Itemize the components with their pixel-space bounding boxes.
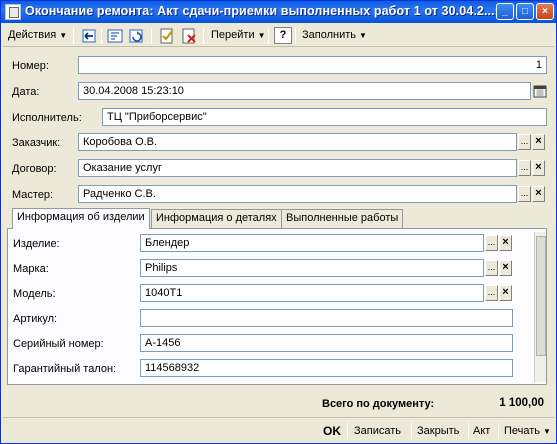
serial-field[interactable]: A-1456 [140, 334, 513, 352]
warranty-field[interactable]: 114568932 [140, 359, 513, 377]
contract-field[interactable]: Оказание услуг [78, 159, 517, 177]
item-clear-button[interactable]: × [499, 235, 512, 251]
brand-field[interactable]: Philips [140, 259, 484, 277]
contract-label: Договор: [12, 163, 57, 175]
customer-clear-button[interactable]: × [532, 134, 545, 150]
document-window: Окончание ремонта: Акт сдачи-приемки вып… [0, 0, 557, 444]
goto-menu-label: Перейти [211, 29, 255, 41]
executor-field[interactable]: ТЦ "Приборсервис" [102, 108, 547, 126]
date-field[interactable]: 30.04.2008 15:23:10 [78, 82, 531, 100]
toolbar-separator [151, 28, 152, 44]
tab-panel-scrollbar[interactable] [534, 232, 546, 382]
act-button[interactable]: Акт [473, 422, 490, 440]
fill-menu-label: Заполнить [302, 29, 357, 41]
model-field[interactable]: 1040T1 [140, 284, 484, 302]
toolbar-separator [347, 423, 348, 439]
article-field[interactable] [140, 309, 513, 327]
ok-button[interactable]: OK [323, 422, 341, 440]
item-select-button[interactable]: ... [485, 235, 498, 251]
model-label: Модель: [13, 288, 56, 300]
toolbar-separator [268, 28, 269, 44]
contract-select-button[interactable]: ... [518, 160, 531, 176]
move-back-icon[interactable] [80, 27, 98, 45]
bottom-button-bar: OK Записать Закрыть Акт Печать ▼ [3, 417, 554, 441]
save-button[interactable]: Записать [354, 422, 401, 440]
master-label: Мастер: [12, 189, 54, 201]
fill-menu[interactable]: Заполнить ▼ [299, 26, 370, 45]
customer-label: Заказчик: [12, 137, 61, 149]
tab-product-info[interactable]: Информация об изделии [12, 208, 150, 229]
toolbar-separator [295, 28, 296, 44]
print-menu-label: Печать [504, 425, 541, 437]
actions-menu[interactable]: Действия ▼ [5, 26, 70, 45]
toolbar-separator [498, 423, 499, 439]
customer-select-button[interactable]: ... [518, 134, 531, 150]
total-label: Всего по документу: [322, 398, 435, 410]
article-label: Артикул: [13, 313, 58, 325]
model-clear-button[interactable]: × [499, 285, 512, 301]
close-window-button[interactable]: × [536, 3, 554, 20]
serial-label: Серийный номер: [13, 338, 104, 350]
contract-clear-button[interactable]: × [532, 160, 545, 176]
item-label: Изделие: [13, 238, 60, 250]
number-field[interactable]: 1 [78, 56, 547, 74]
master-field[interactable]: Радченко С.В. [78, 185, 517, 203]
total-value: 1 100,00 [499, 397, 544, 409]
window-title: Окончание ремонта: Акт сдачи-приемки вып… [25, 4, 514, 18]
scrollbar-thumb[interactable] [536, 236, 546, 356]
print-menu[interactable]: Печать ▼ [504, 422, 551, 440]
master-clear-button[interactable]: × [532, 186, 545, 202]
goto-menu[interactable]: Перейти ▼ [208, 26, 269, 45]
maximize-button[interactable]: □ [516, 3, 534, 20]
chevron-down-icon: ▼ [359, 31, 367, 40]
model-select-button[interactable]: ... [485, 285, 498, 301]
title-bar[interactable]: Окончание ремонта: Акт сдачи-приемки вып… [1, 1, 556, 23]
post-document-icon[interactable] [158, 27, 176, 45]
brand-label: Марка: [13, 263, 49, 275]
help-button[interactable]: ? [274, 27, 292, 44]
structure-icon[interactable] [106, 27, 124, 45]
tab-parts-info[interactable]: Информация о деталях [151, 209, 282, 228]
brand-clear-button[interactable]: × [499, 260, 512, 276]
actions-menu-label: Действия [8, 29, 57, 41]
calendar-icon[interactable] [533, 84, 547, 98]
master-select-button[interactable]: ... [518, 186, 531, 202]
chevron-down-icon: ▼ [543, 427, 551, 436]
number-label: Номер: [12, 60, 49, 72]
warranty-label: Гарантийный талон: [13, 363, 117, 375]
unpost-document-icon[interactable] [180, 27, 198, 45]
minimize-button[interactable]: _ [496, 3, 514, 20]
item-field[interactable]: Блендер [140, 234, 484, 252]
customer-field[interactable]: Коробова О.В. [78, 133, 517, 151]
chevron-down-icon: ▼ [59, 31, 68, 40]
close-button[interactable]: Закрыть [417, 422, 459, 440]
refresh-icon[interactable] [128, 27, 146, 45]
toolbar-separator [411, 423, 412, 439]
date-label: Дата: [12, 86, 40, 98]
toolbar-separator [468, 423, 469, 439]
chevron-down-icon: ▼ [257, 31, 266, 40]
executor-label: Исполнитель: [12, 112, 82, 124]
tab-completed-works[interactable]: Выполненные работы [281, 209, 404, 228]
toolbar: Действия ▼ Перейти ▼ ? Заполнить ▼ [3, 25, 554, 47]
toolbar-separator [73, 28, 74, 44]
brand-select-button[interactable]: ... [485, 260, 498, 276]
toolbar-separator [101, 28, 102, 44]
toolbar-separator [203, 28, 204, 44]
document-icon [5, 4, 21, 20]
